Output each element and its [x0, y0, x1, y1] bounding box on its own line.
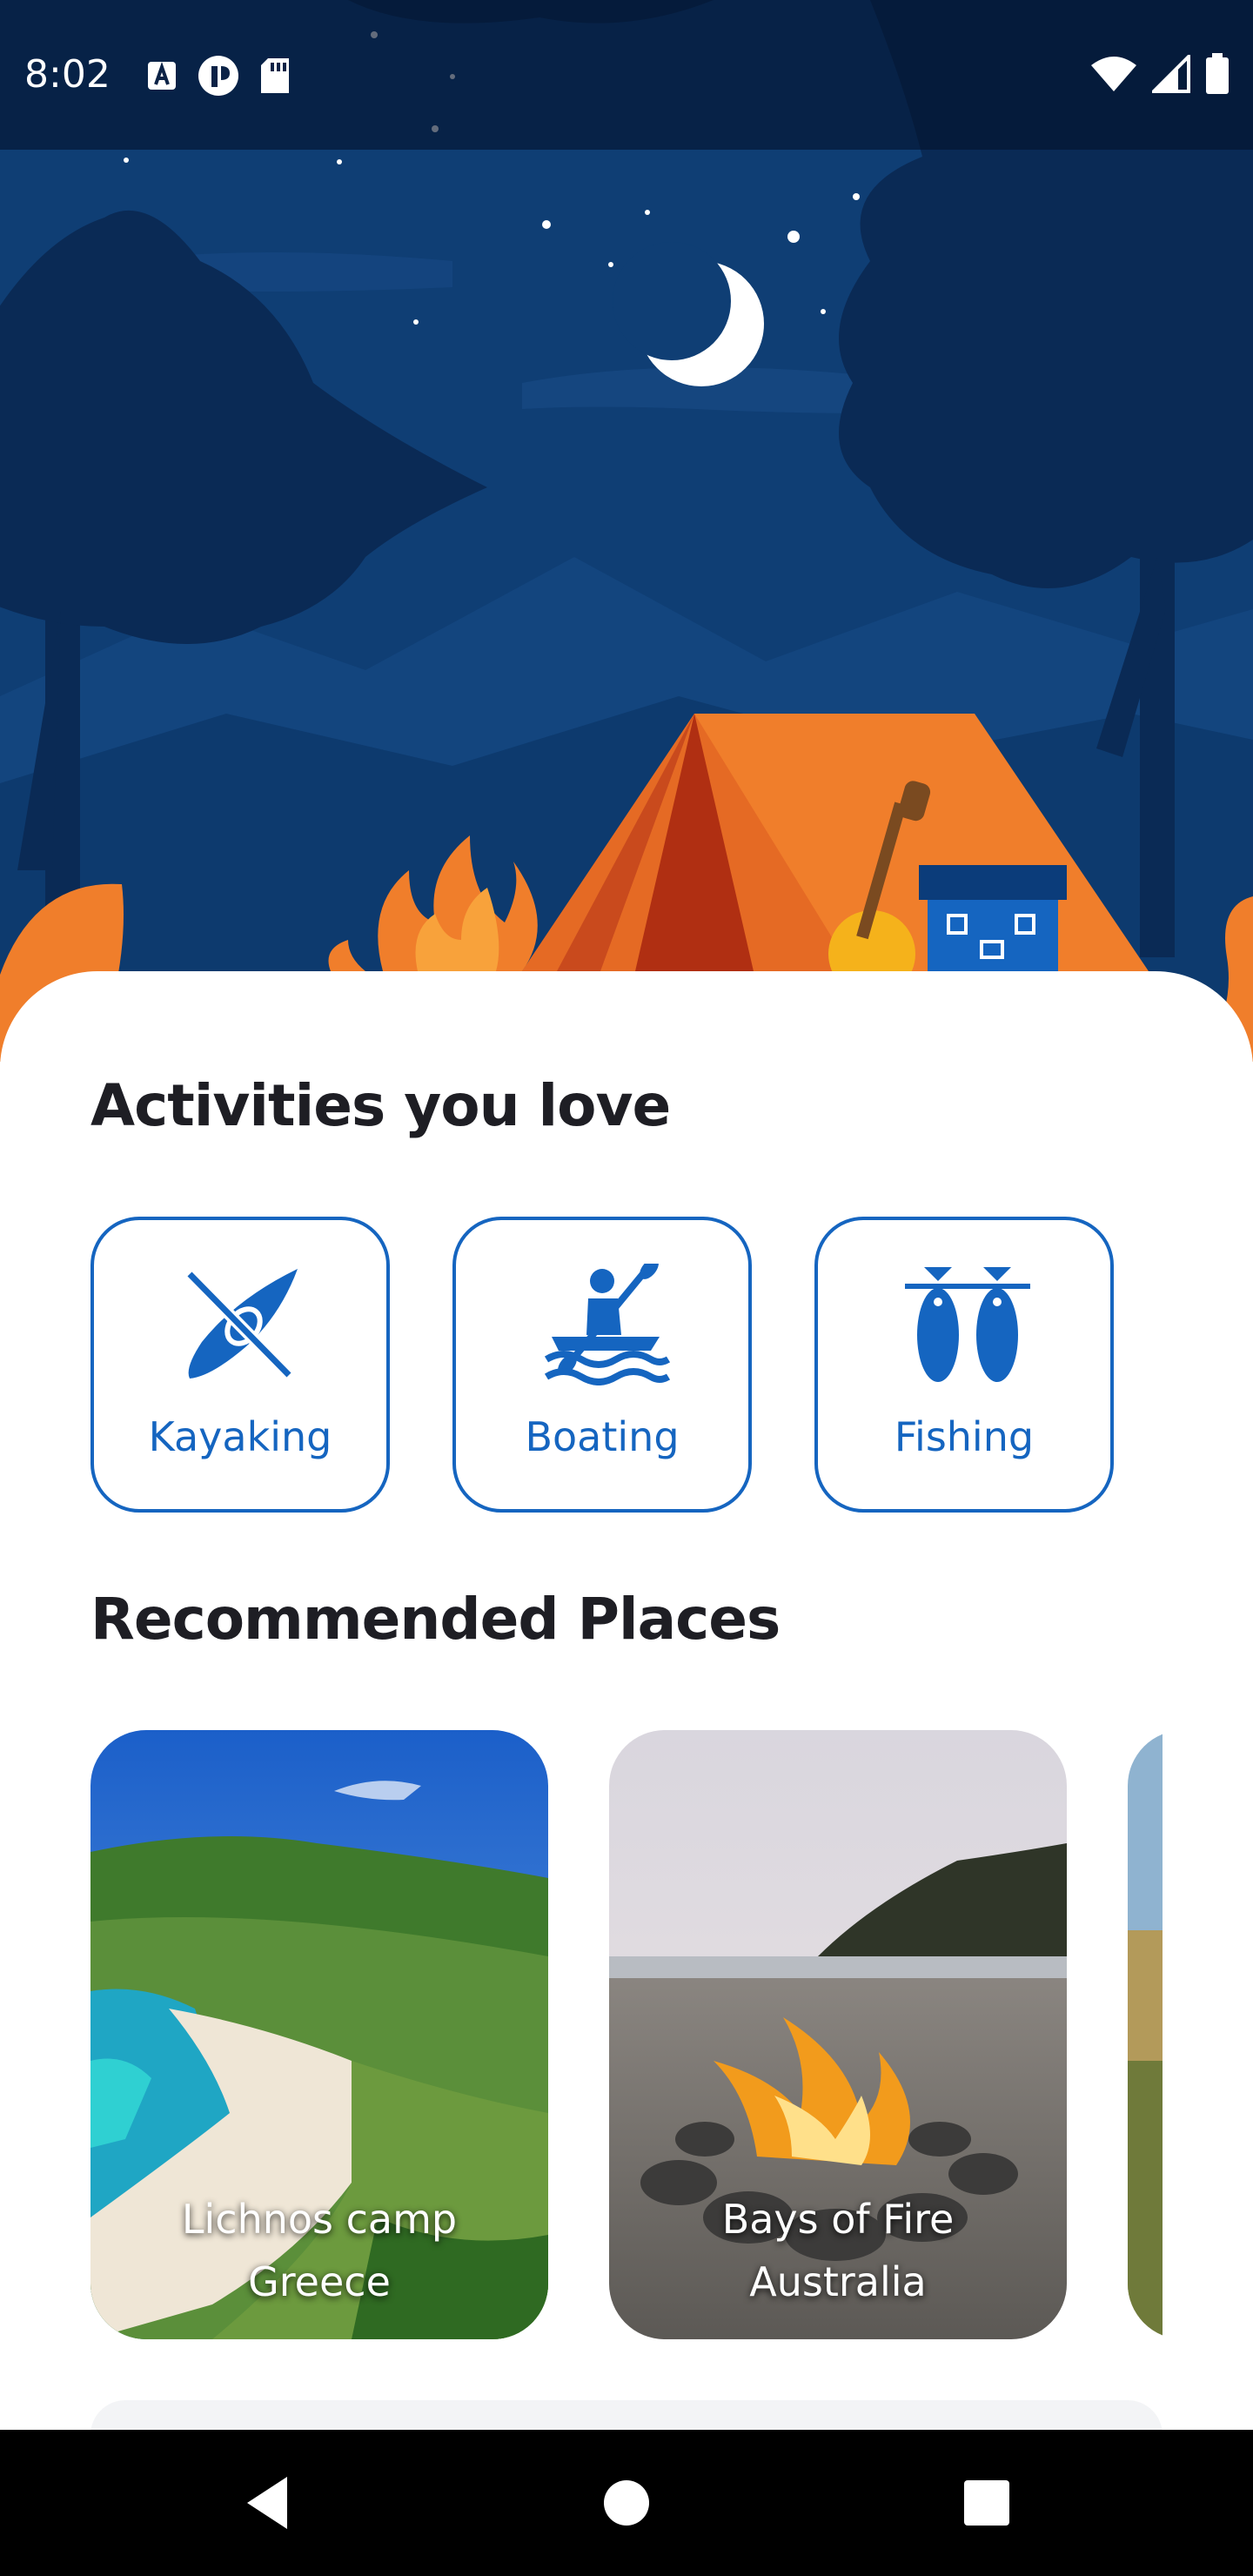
place-card-bays-of-fire[interactable]: Bays of Fire Australia: [609, 1730, 1067, 2339]
night-camping-scene: [0, 0, 1253, 1062]
place-caption: Lichnos camp Greece: [90, 2188, 548, 2313]
activity-card-kayaking[interactable]: Kayaking: [90, 1217, 390, 1513]
place-card-lichnos[interactable]: Lichnos camp Greece: [90, 1730, 548, 2339]
place-name: Bays of Fire: [721, 2196, 955, 2243]
place-name: Lichnos camp: [181, 2196, 458, 2243]
place-card-partial[interactable]: [1128, 1730, 1163, 2339]
activity-label: Fishing: [894, 1413, 1035, 1460]
status-time: 8:02: [24, 52, 111, 97]
activity-card-fishing[interactable]: Fishing: [814, 1217, 1114, 1513]
content-panel: Activities you love Kayaking Boating Fis…: [0, 971, 1253, 2470]
activity-card-boating[interactable]: Boating: [452, 1217, 752, 1513]
navigation-bar: [0, 2430, 1253, 2576]
activity-label: Kayaking: [148, 1413, 332, 1460]
place-caption: Bays of Fire Australia: [609, 2188, 1067, 2313]
fish-icon: [905, 1267, 1030, 1382]
places-carousel[interactable]: Lichnos camp Greece Bays of Fire Austral…: [90, 1730, 1163, 2339]
recents-icon[interactable]: [952, 2468, 1022, 2538]
kayak-icon: [185, 1269, 298, 1379]
place-photo-partial: [1128, 1730, 1163, 2339]
paddle-boat-icon: [544, 1264, 671, 1385]
activities-title: Activities you love: [90, 1072, 671, 1139]
backpack-icon: [919, 865, 1067, 978]
back-icon[interactable]: [235, 2468, 305, 2538]
place-country: Australia: [749, 2258, 927, 2305]
text-recognition-icon: [148, 61, 176, 90]
place-country: Greece: [248, 2258, 391, 2305]
status-bar: 8:02: [0, 0, 1253, 150]
places-title: Recommended Places: [90, 1586, 781, 1653]
wifi-icon: [1091, 57, 1136, 91]
activities-list: Kayaking Boating Fishing: [90, 1217, 1114, 1513]
battery-icon: [1206, 53, 1229, 94]
notification-app-icon: [198, 56, 238, 96]
activity-label: Boating: [525, 1413, 680, 1460]
sd-card-icon: [261, 58, 289, 93]
home-icon[interactable]: [592, 2468, 661, 2538]
hero-illustration: [0, 0, 1253, 1062]
cellular-signal-icon: [1152, 55, 1190, 93]
